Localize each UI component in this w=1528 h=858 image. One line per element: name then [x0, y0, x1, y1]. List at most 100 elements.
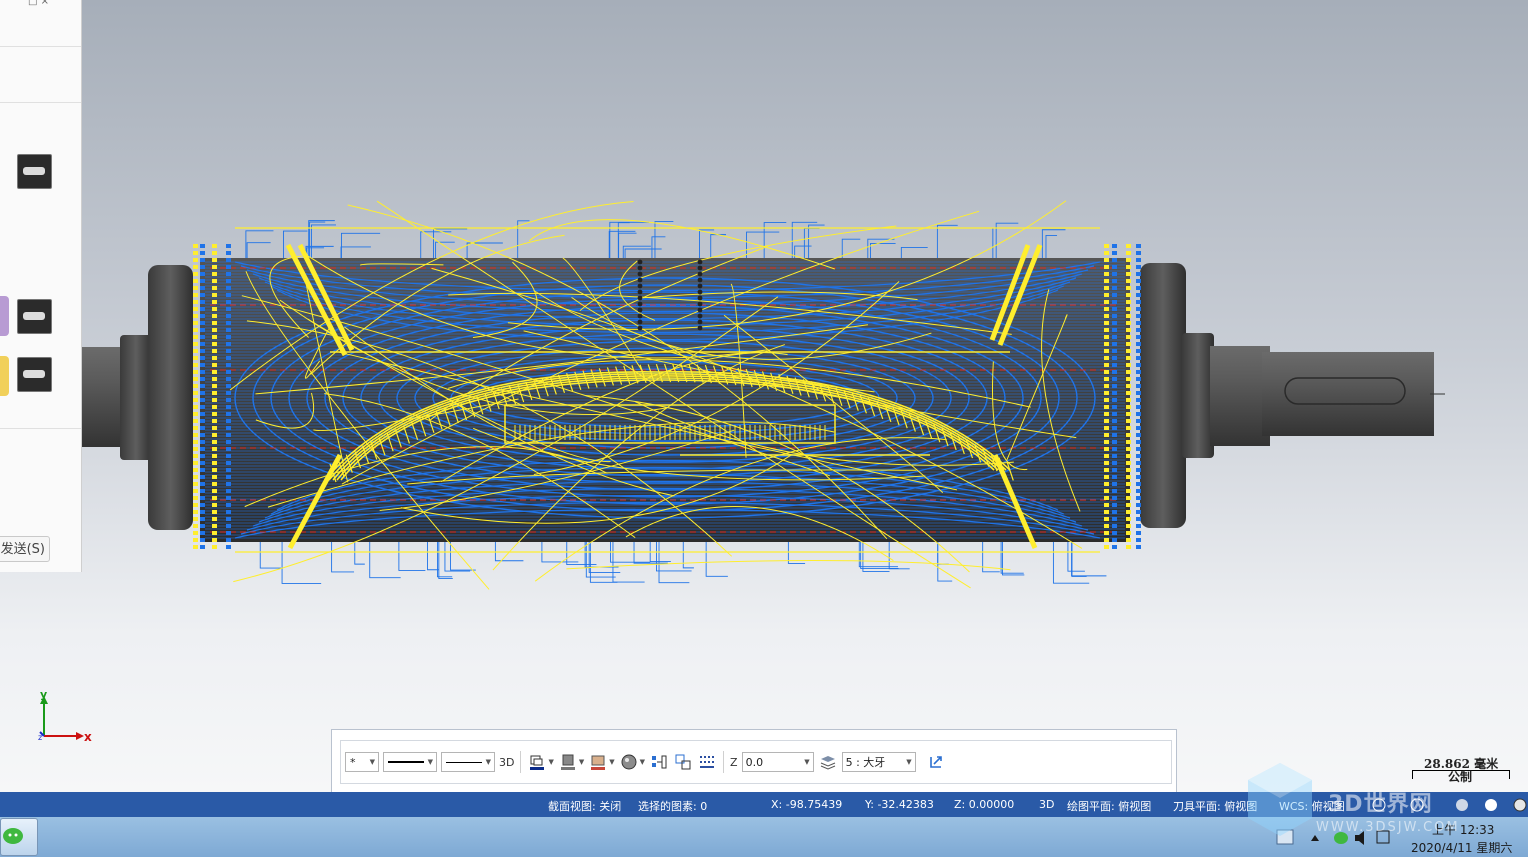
tooth-mark [193, 265, 198, 269]
tooth-mark [193, 510, 198, 514]
levels-icon[interactable] [818, 752, 838, 772]
light-sphere-icon[interactable] [1485, 799, 1497, 811]
tray-expand-icon[interactable] [1311, 835, 1319, 841]
wcs-status[interactable]: WCS: 俯视图 [1279, 798, 1345, 814]
grid-dots-icon[interactable] [697, 752, 717, 772]
tooth-mark [200, 328, 205, 332]
tooth-mark [226, 342, 231, 346]
sphere-outline-icon[interactable] [1410, 798, 1424, 812]
mode-3d-toggle[interactable]: 3D [499, 756, 514, 769]
tooth-mark [226, 433, 231, 437]
hole-mark [637, 289, 643, 295]
hole-mark [637, 313, 643, 319]
tooth-mark [1112, 314, 1117, 318]
y-axis-label: y [40, 688, 47, 701]
tooth-mark [1104, 377, 1109, 381]
x-axis-label: x [84, 730, 92, 744]
set-attributes-icon[interactable] [649, 752, 669, 772]
chevron-down-icon[interactable]: ▼ [609, 758, 614, 766]
wechat-tray-icon[interactable] [1334, 832, 1348, 844]
tooth-mark [1104, 531, 1109, 535]
wireframe-color-icon[interactable] [527, 752, 547, 772]
tray-app-icon[interactable] [1276, 829, 1294, 845]
volume-icon[interactable] [1355, 831, 1364, 845]
hole-mark [697, 307, 703, 313]
tooth-mark [226, 293, 231, 297]
tooth-mark [226, 328, 231, 332]
tooth-mark [193, 440, 198, 444]
chevron-down-icon[interactable]: ▼ [579, 758, 584, 766]
line-width-select[interactable]: ▼ [441, 752, 495, 772]
change-attributes-icon[interactable] [673, 752, 693, 772]
tooth-mark [226, 349, 231, 353]
surface-color-icon[interactable] [588, 752, 608, 772]
view-icons[interactable] [1370, 796, 1528, 814]
toolpath-thumb-icon[interactable] [17, 357, 52, 392]
tooth-mark [226, 482, 231, 486]
tooth-mark [193, 517, 198, 521]
arrow-export-icon[interactable] [926, 752, 946, 772]
tooth-mark [1104, 503, 1109, 507]
tooth-mark [1112, 349, 1117, 353]
tooth-mark [193, 286, 198, 290]
tooth-mark [1112, 461, 1117, 465]
tooth-mark [1104, 328, 1109, 332]
level-select[interactable]: 5 : 大牙 ▼ [841, 752, 916, 772]
drawing-plane-status[interactable]: 绘图平面: 俯视图 [1067, 798, 1151, 814]
tooth-mark [212, 538, 217, 542]
tooth-mark [226, 454, 231, 458]
mode-3d-status[interactable]: 3D [1039, 798, 1054, 811]
tooth-mark [212, 524, 217, 528]
clock-date[interactable]: 2020/4/11 星期六 [1411, 839, 1512, 856]
toolpath-thumb-icon[interactable] [17, 299, 52, 334]
opacity-icon[interactable] [1513, 798, 1527, 812]
tooth-mark [1104, 398, 1109, 402]
tooth-mark [193, 496, 198, 500]
tooth-mark [1126, 370, 1131, 374]
point-style-select[interactable]: * ▼ [345, 752, 379, 772]
tooth-mark [1126, 531, 1131, 535]
tooth-mark [193, 314, 198, 318]
tooth-mark [193, 300, 198, 304]
purple-tab-icon[interactable] [0, 296, 9, 336]
tooth-mark [1104, 251, 1109, 255]
tooth-mark [1104, 510, 1109, 514]
selected-entities-status[interactable]: 选择的图素: 0 [638, 798, 707, 814]
tooth-mark [1136, 398, 1141, 402]
wechat-taskbar-button[interactable] [0, 818, 38, 856]
tooth-mark [226, 475, 231, 479]
toolpath-thumb-icon[interactable] [17, 154, 52, 189]
tooth-mark [212, 440, 217, 444]
graphics-viewport[interactable]: □ × 发送(S) y x z 28.862 毫米 公制 * ▼ ▼ ▼ 3D … [0, 0, 1528, 792]
tooth-mark [200, 447, 205, 451]
shaded-sphere-icon[interactable] [1456, 799, 1468, 811]
part-toolpath-scene[interactable] [0, 0, 1528, 792]
tooth-mark [193, 244, 198, 248]
tooth-mark [1104, 489, 1109, 493]
left-panel: □ × 发送(S) [0, 0, 82, 572]
tooth-mark [1126, 398, 1131, 402]
blue-link [517, 220, 530, 258]
send-button[interactable]: 发送(S) [0, 536, 50, 562]
chevron-down-icon[interactable]: ▼ [640, 758, 645, 766]
line-style-select[interactable]: ▼ [383, 752, 437, 772]
z-coordinate[interactable]: Z: 0.00000 [954, 798, 1014, 811]
window-controls[interactable]: □ × [28, 0, 49, 7]
yellow-tab-icon[interactable] [0, 356, 9, 396]
blue-link [566, 542, 597, 566]
tooth-mark [1126, 454, 1131, 458]
tooth-mark [1126, 496, 1131, 500]
tooth-mark [1104, 482, 1109, 486]
system-tray-icons[interactable] [1275, 827, 1395, 849]
z-depth-input[interactable]: 0.0 ▼ [741, 752, 814, 772]
material-sphere-icon[interactable] [619, 752, 639, 772]
tooth-mark [1104, 279, 1109, 283]
solid-color-icon[interactable] [558, 752, 578, 772]
network-icon[interactable] [1376, 830, 1390, 844]
section-view-status[interactable]: 截面视图: 关闭 [548, 798, 621, 814]
globe-icon[interactable] [1372, 798, 1386, 812]
chevron-down-icon[interactable]: ▼ [548, 758, 553, 766]
clock-time[interactable]: 上午 12:33 [1432, 821, 1494, 838]
tool-plane-status[interactable]: 刀具平面: 俯视图 [1173, 798, 1257, 814]
tooth-mark [212, 482, 217, 486]
